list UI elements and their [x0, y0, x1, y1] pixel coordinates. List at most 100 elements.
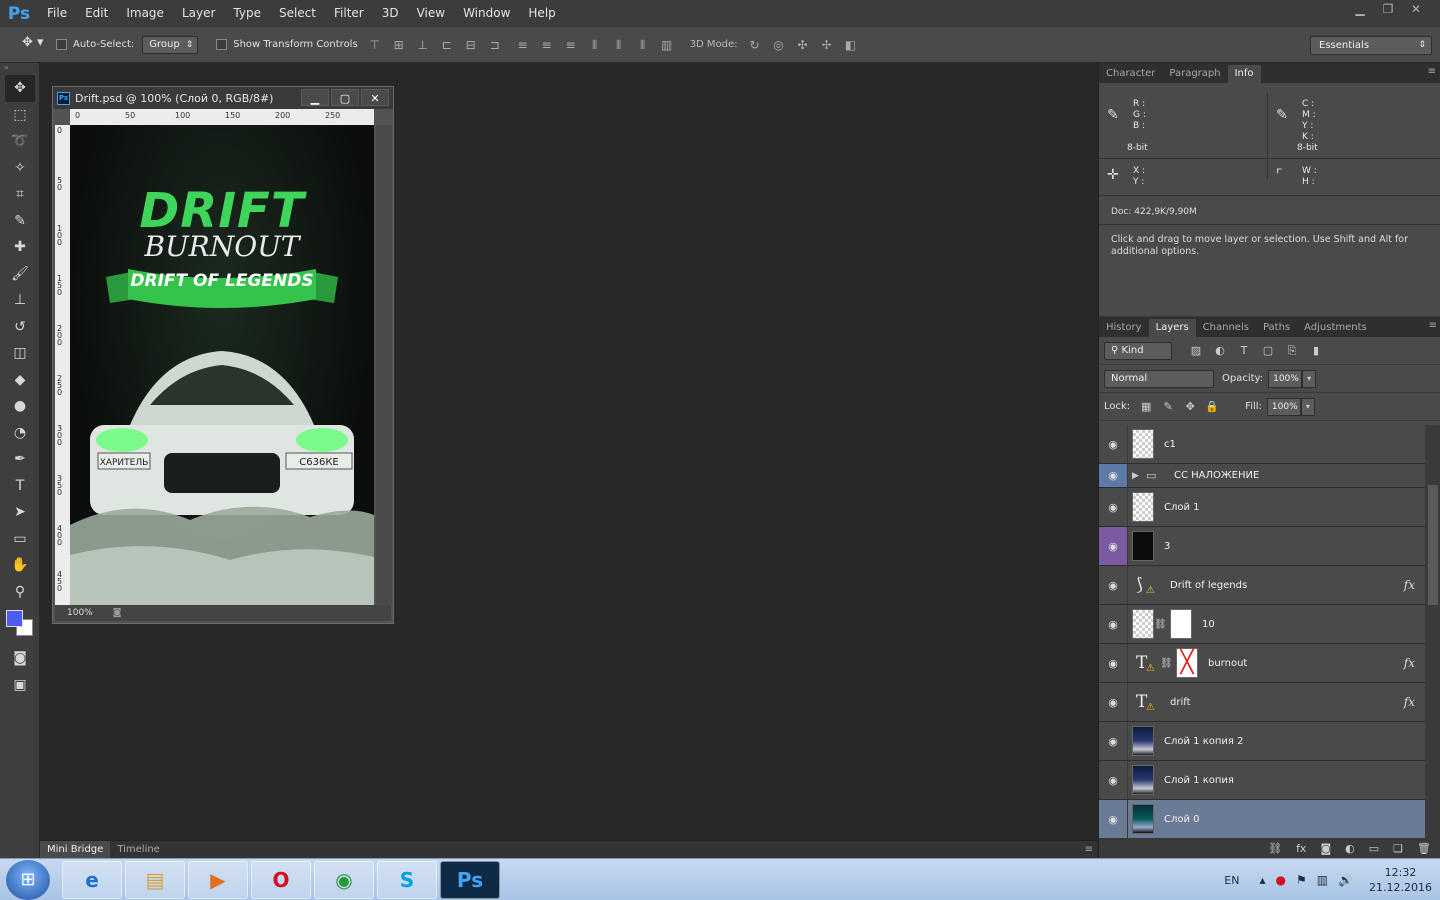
- auto-select-checkbox[interactable]: Auto-Select:: [56, 39, 134, 50]
- menu-filter[interactable]: Filter: [325, 0, 373, 27]
- move-tool-icon[interactable]: ✥: [5, 75, 35, 102]
- tab-info[interactable]: Info: [1227, 65, 1261, 83]
- layer-row[interactable]: ◉ T ⚠ ⛓ ╳ burnout fx: [1099, 644, 1425, 683]
- tab-adjustments[interactable]: Adjustments: [1297, 319, 1374, 337]
- eraser-tool-icon[interactable]: ◫: [0, 340, 40, 367]
- new-adjustment-icon[interactable]: ◐: [1345, 842, 1355, 855]
- hand-tool-icon[interactable]: ✋: [0, 552, 40, 579]
- action-center-icon[interactable]: ⚑: [1296, 873, 1307, 887]
- layer-row[interactable]: ◉ Слой 1 копия: [1099, 761, 1425, 800]
- tab-history[interactable]: History: [1099, 319, 1149, 337]
- opera-icon[interactable]: O: [251, 860, 311, 899]
- document-title-bar[interactable]: Ps Drift.psd @ 100% (Слой 0, RGB/8#) ▁ ▢…: [53, 87, 393, 109]
- menu-3d[interactable]: 3D: [373, 0, 408, 27]
- lock-pixels-icon[interactable]: ✎: [1157, 400, 1179, 413]
- visibility-eye-icon[interactable]: ◉: [1099, 464, 1128, 487]
- document-vertical-scrollbar[interactable]: [376, 125, 392, 605]
- visibility-eye-icon[interactable]: ◉: [1099, 425, 1128, 463]
- pen-tool-icon[interactable]: ✒: [0, 446, 40, 473]
- delete-layer-icon[interactable]: 🗑: [1417, 842, 1431, 855]
- eyedropper-tool-icon[interactable]: ✎: [0, 208, 40, 235]
- filter-pixel-icon[interactable]: ▨: [1184, 344, 1208, 357]
- visibility-eye-icon[interactable]: ◉: [1099, 800, 1128, 838]
- mask-link-icon[interactable]: ⛓: [1154, 619, 1167, 630]
- layer-row[interactable]: ◉ Слой 1 копия 2: [1099, 722, 1425, 761]
- bottom-panel-menu-icon[interactable]: ≡: [1085, 844, 1093, 855]
- show-transform-checkbox-box[interactable]: [216, 39, 228, 50]
- network-icon[interactable]: ▥: [1317, 873, 1328, 887]
- add-mask-icon[interactable]: ◙: [1320, 842, 1331, 855]
- workspace-dropdown[interactable]: Essentials: [1310, 36, 1432, 55]
- layer-row[interactable]: ◉ ⛓ 10: [1099, 605, 1425, 644]
- layer-row[interactable]: ◉ 3: [1099, 527, 1425, 566]
- eyedropper-icon[interactable]: ✎: [1107, 107, 1119, 123]
- distribute-left-icon[interactable]: ⦀: [586, 36, 604, 54]
- visibility-eye-icon[interactable]: ◉: [1099, 761, 1128, 799]
- 3d-rotate-icon[interactable]: ↻: [746, 36, 764, 54]
- magic-wand-tool-icon[interactable]: ✧: [0, 155, 40, 182]
- close-icon[interactable]: ✕: [1402, 0, 1430, 18]
- tab-timeline[interactable]: Timeline: [110, 841, 167, 859]
- filter-adjustment-icon[interactable]: ◐: [1208, 344, 1232, 357]
- paint-bucket-tool-icon[interactable]: ◆: [0, 367, 40, 394]
- opacity-dropdown-icon[interactable]: ▾: [1302, 369, 1317, 388]
- language-indicator[interactable]: EN: [1224, 874, 1239, 887]
- add-style-icon[interactable]: fx: [1296, 842, 1306, 855]
- skype-icon[interactable]: S: [377, 860, 437, 899]
- mask-link-icon[interactable]: ⛓: [1160, 658, 1173, 669]
- lasso-tool-icon[interactable]: ➰: [0, 128, 40, 155]
- 3d-roll-icon[interactable]: ◎: [770, 36, 788, 54]
- zoom-level[interactable]: 100%: [67, 608, 93, 618]
- menu-view[interactable]: View: [408, 0, 454, 27]
- clone-stamp-tool-icon[interactable]: ⊥: [0, 287, 40, 314]
- foreground-color-swatch[interactable]: [6, 610, 23, 627]
- distribute-hcenter-icon[interactable]: ⦀: [610, 36, 628, 54]
- tab-paragraph[interactable]: Paragraph: [1162, 65, 1227, 83]
- filter-toggle-icon[interactable]: ▮: [1304, 344, 1328, 357]
- distribute-bottom-icon[interactable]: ≡: [562, 36, 580, 54]
- auto-select-dropdown[interactable]: Group: [142, 35, 199, 54]
- screen-mode-icon[interactable]: ▣: [0, 672, 40, 699]
- menu-file[interactable]: File: [38, 0, 76, 27]
- blend-mode-dropdown[interactable]: Normal: [1104, 369, 1214, 388]
- lock-all-icon[interactable]: 🔒: [1201, 400, 1223, 413]
- auto-align-icon[interactable]: ▥: [658, 36, 676, 54]
- visibility-eye-icon[interactable]: ◉: [1099, 644, 1128, 682]
- zoom-tool-icon[interactable]: ⚲: [0, 579, 40, 606]
- expand-arrow-icon[interactable]: ▶: [1132, 471, 1146, 481]
- tab-layers[interactable]: Layers: [1148, 319, 1196, 337]
- align-left-icon[interactable]: ⊏: [438, 36, 456, 54]
- visibility-eye-icon[interactable]: ◉: [1099, 722, 1128, 760]
- menu-image[interactable]: Image: [117, 0, 173, 27]
- internet-explorer-icon[interactable]: e: [62, 860, 122, 899]
- type-tool-icon[interactable]: T: [0, 473, 40, 500]
- rectangle-tool-icon[interactable]: ▭: [0, 526, 40, 553]
- panel-menu-icon[interactable]: ≡: [1428, 66, 1436, 77]
- dodge-tool-icon[interactable]: ◔: [0, 420, 40, 447]
- doc-minimize-icon[interactable]: ▁: [301, 89, 329, 106]
- layers-panel-menu-icon[interactable]: ≡: [1429, 320, 1437, 331]
- filter-type-icon[interactable]: T: [1232, 344, 1256, 357]
- file-explorer-icon[interactable]: ▤: [125, 860, 185, 899]
- layer-row[interactable]: ◉ ⟆ ⚠ Drift of legends fx: [1099, 566, 1425, 605]
- auto-select-checkbox-box[interactable]: [56, 39, 67, 50]
- menu-help[interactable]: Help: [519, 0, 564, 27]
- tab-channels[interactable]: Channels: [1196, 319, 1256, 337]
- doc-maximize-icon[interactable]: ▢: [331, 89, 359, 106]
- move-tool-preset-icon[interactable]: ✥ ▾: [22, 35, 56, 55]
- layer-group-row[interactable]: ◉ ▶ ▭ СС НАЛОЖЕНИЕ: [1099, 464, 1425, 488]
- visibility-eye-icon[interactable]: ◉: [1099, 527, 1128, 565]
- eyedropper-cmyk-icon[interactable]: ✎: [1276, 107, 1288, 123]
- layer-row[interactable]: ◉ Слой 1: [1099, 488, 1425, 527]
- 3d-slide-icon[interactable]: ✢: [818, 36, 836, 54]
- show-hidden-icons-icon[interactable]: ▴: [1259, 873, 1265, 887]
- align-right-icon[interactable]: ⊐: [486, 36, 504, 54]
- visibility-eye-icon[interactable]: ◉: [1099, 488, 1128, 526]
- opacity-field[interactable]: 100%: [1268, 369, 1303, 388]
- distribute-vcenter-icon[interactable]: ≡: [538, 36, 556, 54]
- restore-icon[interactable]: ❐: [1374, 0, 1402, 18]
- tab-paths[interactable]: Paths: [1256, 319, 1297, 337]
- volume-icon[interactable]: 🔊: [1338, 873, 1353, 887]
- filter-kind-dropdown[interactable]: ⚲ Kind: [1104, 341, 1172, 360]
- menu-type[interactable]: Type: [224, 0, 270, 27]
